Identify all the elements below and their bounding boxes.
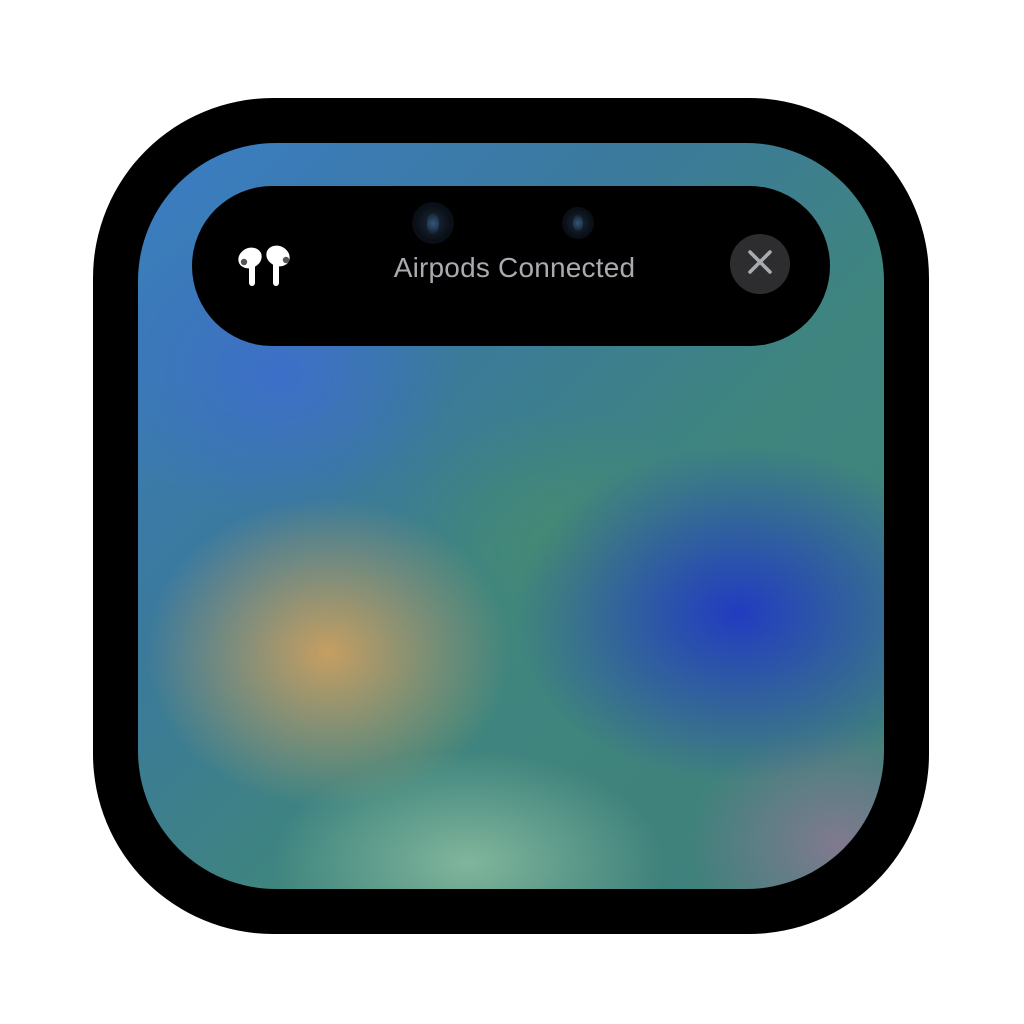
airpods-icon bbox=[232, 240, 302, 290]
wallpaper: Airpods Connected bbox=[138, 143, 884, 889]
front-camera bbox=[412, 202, 454, 244]
device-frame: Airpods Connected bbox=[93, 98, 929, 934]
dynamic-island[interactable]: Airpods Connected bbox=[192, 186, 830, 346]
close-button[interactable] bbox=[730, 234, 790, 294]
face-id-sensor bbox=[562, 207, 594, 239]
close-icon bbox=[747, 249, 773, 280]
notification-title: Airpods Connected bbox=[393, 252, 636, 283]
